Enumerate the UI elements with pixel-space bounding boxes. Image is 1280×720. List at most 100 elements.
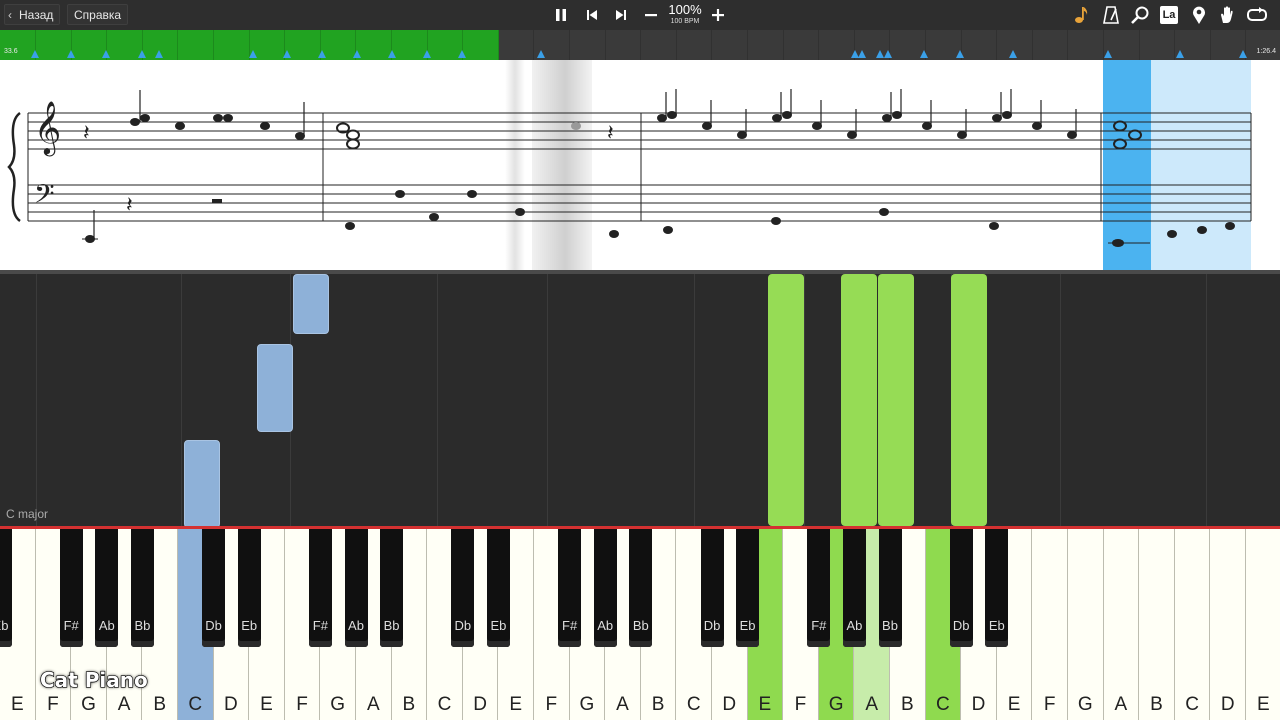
- timeline-tick: [996, 30, 998, 60]
- black-key-fsharp[interactable]: F#: [807, 529, 831, 647]
- key-label: F#: [63, 618, 79, 633]
- minus-icon: [645, 14, 657, 17]
- svg-text:𝄽: 𝄽: [607, 121, 614, 146]
- falling-note: [768, 274, 804, 526]
- black-key-eb[interactable]: Eb: [736, 529, 760, 647]
- key-label: C: [188, 694, 203, 715]
- tempo-increase-button[interactable]: [708, 5, 728, 25]
- key-label: F: [1043, 694, 1056, 715]
- timeline-marker: [1239, 50, 1247, 58]
- black-key-ab[interactable]: Ab: [593, 529, 617, 647]
- key-label: G: [579, 694, 595, 715]
- key-label: C: [1185, 694, 1199, 715]
- black-key-ab[interactable]: Ab: [344, 529, 368, 647]
- timeline-marker: [318, 50, 326, 58]
- timeline-tick: [1067, 30, 1069, 60]
- key-label: F#: [312, 618, 328, 633]
- tempo-percent: 100%: [668, 2, 702, 17]
- timeline-tick: [213, 30, 214, 60]
- black-key-fsharp[interactable]: F#: [59, 529, 83, 647]
- pin-icon[interactable]: [1188, 4, 1210, 26]
- hand-icon[interactable]: [1217, 4, 1239, 26]
- black-key-db[interactable]: Db: [949, 529, 973, 647]
- falling-note: [878, 274, 914, 526]
- white-key-g[interactable]: G: [1068, 529, 1104, 720]
- pause-icon[interactable]: [551, 5, 571, 25]
- timeline-marker: [155, 50, 163, 58]
- key-label: Db: [952, 618, 970, 633]
- tempo-decrease-button[interactable]: [641, 5, 661, 25]
- octave-guide-line: [547, 274, 548, 530]
- timeline-bar[interactable]: 33.6 1:26.4: [0, 30, 1280, 60]
- black-key-db[interactable]: Db: [700, 529, 724, 647]
- falling-note: [184, 440, 220, 528]
- octave-guide-line: [181, 274, 182, 530]
- timeline-marker: [283, 50, 291, 58]
- key-label: E: [509, 694, 523, 715]
- black-key-eb[interactable]: Eb: [985, 529, 1009, 647]
- timeline-marker: [102, 50, 110, 58]
- white-key-c[interactable]: C: [1174, 529, 1211, 720]
- white-key-d[interactable]: D: [1210, 529, 1246, 720]
- black-key-fsharp[interactable]: F#: [308, 529, 332, 647]
- note-icon[interactable]: [1071, 4, 1093, 26]
- timeline-marker: [423, 50, 431, 58]
- octave-guide-line: [36, 274, 37, 530]
- timeline-end-label: 1:26.4: [1256, 48, 1276, 55]
- help-button[interactable]: Справка: [67, 4, 129, 25]
- treble-clef-icon: 𝄞: [34, 100, 61, 156]
- chevron-left-icon: ‹: [8, 8, 12, 22]
- white-key-e[interactable]: E: [1246, 529, 1280, 720]
- black-key-ab[interactable]: Ab: [95, 529, 119, 647]
- black-key-fsharp[interactable]: F#: [558, 529, 582, 647]
- key-signature-label: C major: [6, 507, 49, 521]
- skip-back-icon[interactable]: [582, 5, 602, 25]
- black-key-bb[interactable]: Bb: [629, 529, 653, 647]
- loop-icon[interactable]: [1246, 4, 1268, 26]
- watermark: Cat Piano: [39, 667, 148, 692]
- black-key-bb[interactable]: Bb: [130, 529, 154, 647]
- key-label: Bb: [882, 618, 898, 633]
- key-label: Eb: [0, 618, 9, 633]
- black-key-eb[interactable]: Eb: [486, 529, 510, 647]
- key-label: A: [1114, 694, 1128, 715]
- black-key-db[interactable]: Db: [202, 529, 226, 647]
- metronome-icon[interactable]: [1100, 4, 1122, 26]
- black-key-bb[interactable]: Bb: [878, 529, 902, 647]
- timeline-marker: [67, 50, 75, 58]
- piano-keyboard[interactable]: EFGABCDEFGABCDEFGABCDEFGABCDEFGABCDEEbF#…: [0, 529, 1280, 720]
- timeline-marker: [1009, 50, 1017, 58]
- octave-guide-line: [694, 274, 695, 530]
- timeline-marker: [858, 50, 866, 58]
- key-label: F#: [562, 618, 578, 633]
- key-label: E: [260, 694, 273, 715]
- score: 𝄞 𝄢 𝄽 𝄽 𝄽: [7, 89, 1252, 247]
- falling-notes-area: C major: [0, 270, 1280, 530]
- key-label: B: [900, 694, 914, 715]
- key-label: D: [722, 694, 737, 715]
- magnifier-icon[interactable]: [1129, 4, 1151, 26]
- black-key-eb[interactable]: Eb: [237, 529, 261, 647]
- sheet-music: 𝄞 𝄢 𝄽 𝄽 𝄽: [0, 60, 1280, 270]
- skip-forward-icon[interactable]: [611, 5, 631, 25]
- black-key-bb[interactable]: Bb: [380, 529, 404, 647]
- key-label: B: [402, 694, 416, 715]
- timeline-marker: [884, 50, 892, 58]
- black-key-ab[interactable]: Ab: [842, 529, 866, 647]
- key-label: E: [1256, 694, 1270, 715]
- key-label: Eb: [241, 618, 258, 633]
- key-label: C: [686, 694, 701, 715]
- back-button[interactable]: ‹ Назад: [4, 4, 61, 25]
- timeline-marker: [537, 50, 545, 58]
- bass-clef-icon: 𝄢: [34, 178, 55, 216]
- white-key-f[interactable]: F: [1032, 529, 1068, 720]
- label-icon[interactable]: La: [1158, 4, 1180, 26]
- white-key-a[interactable]: A: [1103, 529, 1140, 720]
- white-key-b[interactable]: B: [1139, 529, 1175, 720]
- black-key-db[interactable]: Db: [451, 529, 475, 647]
- falling-note: [293, 274, 329, 334]
- timeline-tick: [1031, 30, 1033, 60]
- black-key-eb[interactable]: Eb: [0, 529, 12, 647]
- timeline-marker: [138, 50, 146, 58]
- key-label: Db: [205, 618, 222, 633]
